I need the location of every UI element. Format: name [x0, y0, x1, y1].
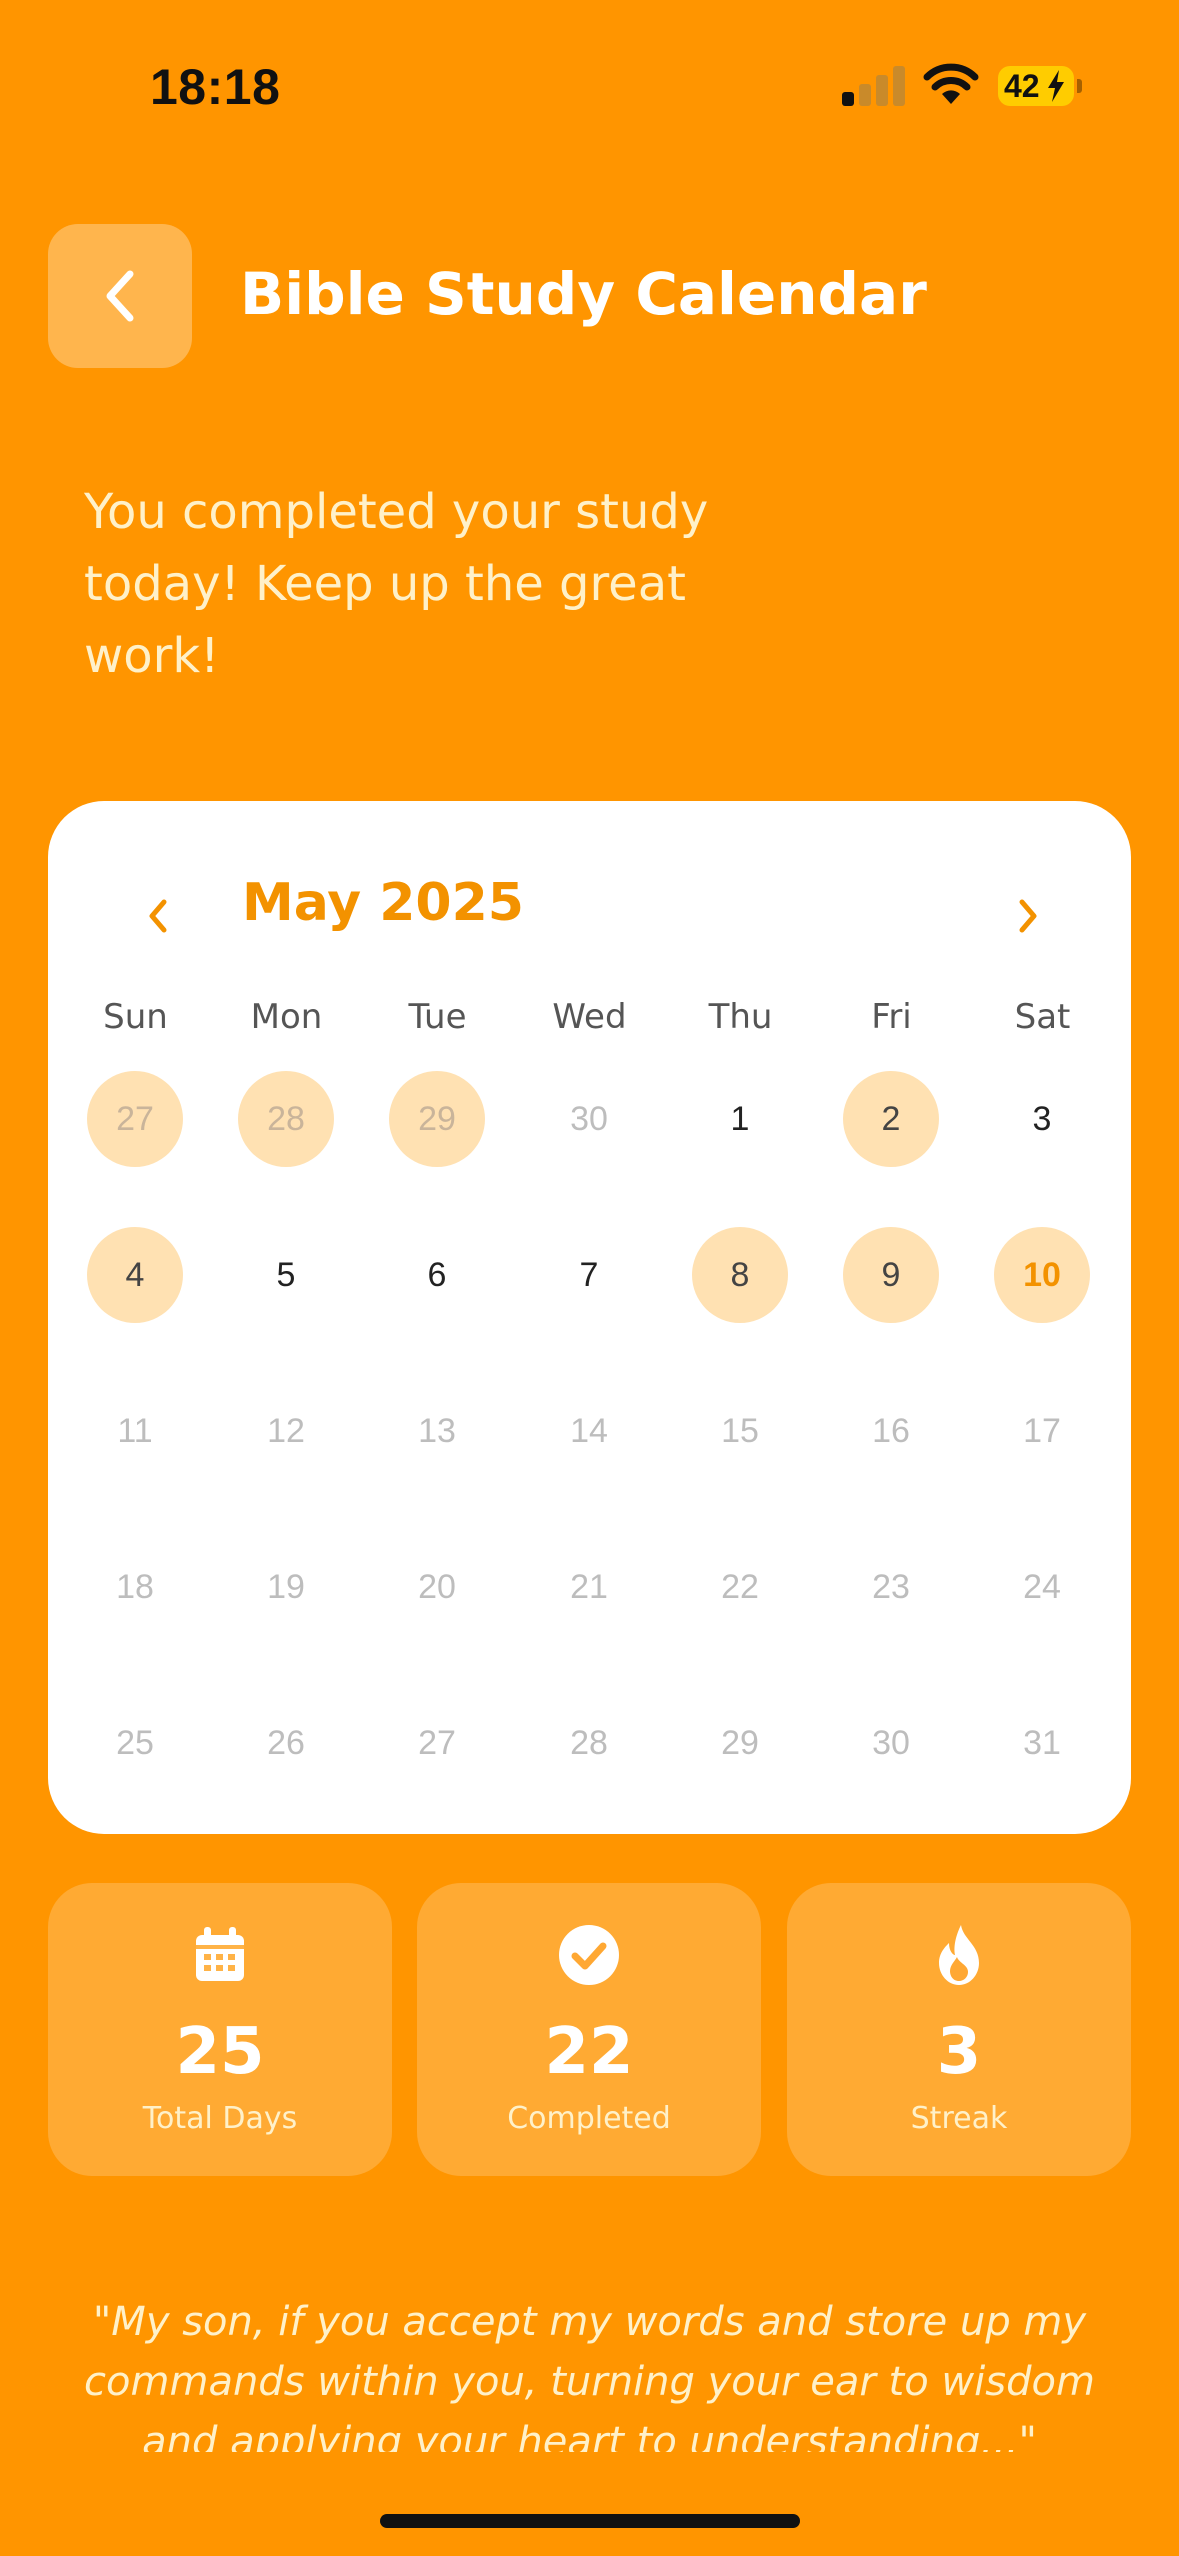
calendar-day[interactable]: 29 [389, 1071, 485, 1167]
page-title: Bible Study Calendar [240, 260, 927, 328]
calendar-day[interactable]: 11 [87, 1383, 183, 1479]
calendar-day[interactable]: 4 [87, 1227, 183, 1323]
calendar-day[interactable]: 3 [994, 1071, 1090, 1167]
calendar-card: May 2025 Sun Mon Tue Wed Thu Fri Sat 27 28 29 30 1… [48, 801, 1131, 1834]
calendar-day[interactable]: 30 [843, 1695, 939, 1791]
stat-value: 25 [175, 2015, 265, 2089]
calendar-day[interactable]: 27 [87, 1071, 183, 1167]
charging-bolt-icon [1048, 70, 1064, 102]
stat-card-streak: 3 Streak [787, 1883, 1131, 2176]
calendar-day[interactable]: 5 [238, 1227, 334, 1323]
calendar-day[interactable]: 16 [843, 1383, 939, 1479]
chevron-left-icon [106, 270, 134, 322]
stat-value: 3 [936, 2015, 982, 2089]
calendar-day[interactable]: 30 [541, 1071, 637, 1167]
calendar-day[interactable]: 12 [238, 1383, 334, 1479]
back-button[interactable] [48, 224, 192, 368]
home-indicator[interactable] [380, 2514, 800, 2528]
calendar-day-today[interactable]: 10 [994, 1227, 1090, 1323]
stat-value: 22 [544, 2015, 634, 2089]
calendar-day[interactable]: 13 [389, 1383, 485, 1479]
battery-level: 42 [1004, 68, 1040, 104]
calendar-day[interactable]: 18 [87, 1539, 183, 1635]
completion-message: You completed your study today! Keep up … [84, 484, 709, 684]
calendar-day[interactable]: 28 [238, 1071, 334, 1167]
calendar-day[interactable]: 1 [692, 1071, 788, 1167]
stat-card-completed: 22 Completed [417, 1883, 761, 2176]
stat-label: Completed [507, 2101, 671, 2136]
calendar-day[interactable]: 7 [541, 1227, 637, 1323]
calendar-day[interactable]: 28 [541, 1695, 637, 1791]
calendar-day[interactable]: 2 [843, 1071, 939, 1167]
status-bar: 18:18 42 [0, 0, 1179, 170]
stat-label: Total Days [142, 2101, 298, 2136]
day-grid: 27 28 29 30 1 2 3 4 5 6 7 8 9 10 11 12 13 14 15 16 17 18 19 20 2… [48, 801, 1131, 1834]
status-time: 18:18 [150, 59, 281, 115]
calendar-day[interactable]: 15 [692, 1383, 788, 1479]
calendar-day[interactable]: 25 [87, 1695, 183, 1791]
stat-label: Streak [910, 2101, 1008, 2136]
calendar-day[interactable]: 14 [541, 1383, 637, 1479]
wifi-icon [923, 63, 979, 104]
calendar-day[interactable]: 26 [238, 1695, 334, 1791]
stat-card-total-days: 25 Total Days [48, 1883, 392, 2176]
calendar-day[interactable]: 17 [994, 1383, 1090, 1479]
flame-icon [939, 1925, 979, 1985]
calendar-day[interactable]: 9 [843, 1227, 939, 1323]
calendar-day[interactable]: 31 [994, 1695, 1090, 1791]
calendar-icon [196, 1927, 244, 1981]
battery-icon: 42 [998, 66, 1082, 106]
calendar-day[interactable]: 29 [692, 1695, 788, 1791]
checkmark-circle-icon [559, 1925, 619, 1985]
calendar-day[interactable]: 20 [389, 1539, 485, 1635]
calendar-day[interactable]: 19 [238, 1539, 334, 1635]
calendar-day[interactable]: 22 [692, 1539, 788, 1635]
calendar-day[interactable]: 21 [541, 1539, 637, 1635]
calendar-day[interactable]: 27 [389, 1695, 485, 1791]
calendar-day[interactable]: 6 [389, 1227, 485, 1323]
calendar-day[interactable]: 23 [843, 1539, 939, 1635]
calendar-day[interactable]: 24 [994, 1539, 1090, 1635]
cellular-signal-icon [842, 64, 906, 106]
calendar-day[interactable]: 8 [692, 1227, 788, 1323]
verse-text: "My son, if you accept my words and stor… [84, 2299, 1095, 2452]
